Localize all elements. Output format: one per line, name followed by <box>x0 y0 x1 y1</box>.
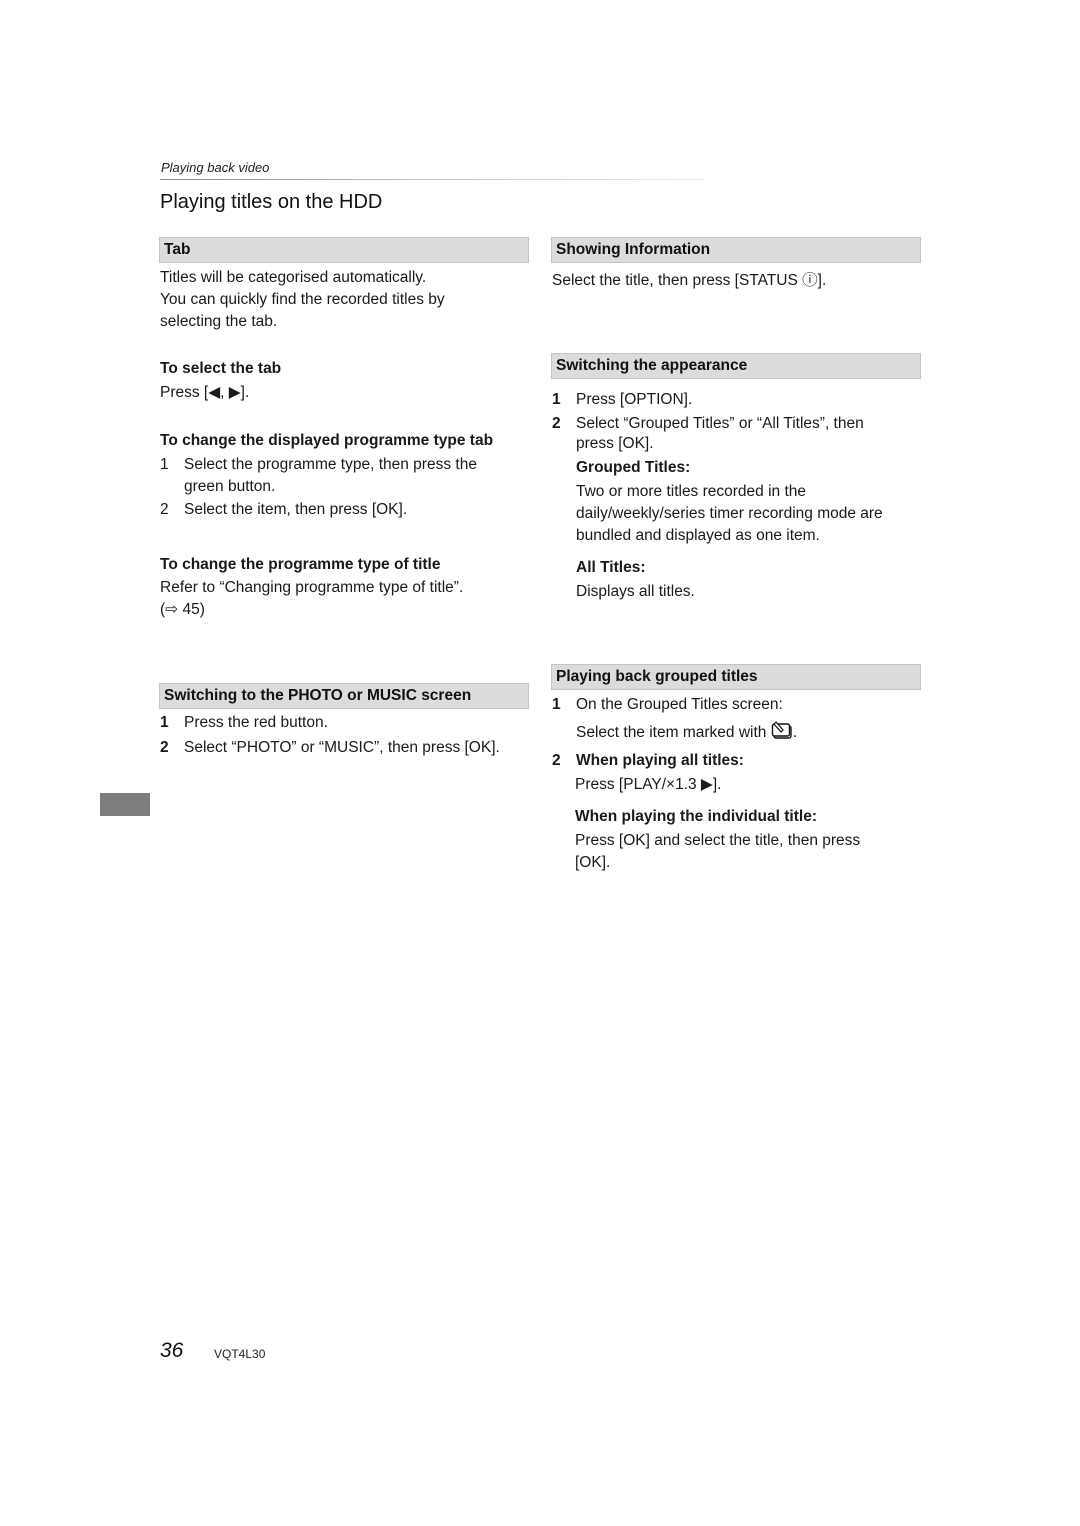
change-type-text: Refer to “Changing programme type of tit… <box>160 579 464 596</box>
text-line: daily/weekly/series timer recording mode… <box>576 505 883 522</box>
appearance-heading: Switching the appearance <box>551 353 921 379</box>
step-text: Select “PHOTO” or “MUSIC”, then press [O… <box>184 739 500 756</box>
step-number: 1 <box>552 391 561 408</box>
grouped-titles-icon <box>771 720 793 747</box>
individual-title-text: Press [OK] and select the title, then pr… <box>575 830 920 874</box>
arrow-right-icon: ⇨ <box>165 601 179 618</box>
step-label: When playing all titles: <box>576 752 744 769</box>
step-number: 2 <box>552 752 561 769</box>
change-type-heading: To change the programme type of title <box>160 556 441 573</box>
step: 2 Select “PHOTO” or “MUSIC”, then press … <box>160 737 540 759</box>
ref-page: 45 <box>182 601 200 618</box>
step-number: 1 <box>160 714 169 731</box>
photo-music-heading: Switching to the PHOTO or MUSIC screen <box>159 683 529 709</box>
tab-description: Titles will be categorised automatically… <box>160 267 530 333</box>
individual-title-label: When playing the individual title: <box>575 808 817 825</box>
select-tab-heading: To select the tab <box>160 360 282 377</box>
step-text: Select “Grouped Titles” or “All Titles”,… <box>576 414 864 454</box>
text-line: You can quickly find the recorded titles… <box>160 291 445 308</box>
step: 1 Select the programme type, then press … <box>160 454 530 498</box>
step-text: Press the red button. <box>184 714 328 731</box>
text-line: press [OK]. <box>576 435 654 452</box>
change-tab-heading: To change the displayed programme type t… <box>160 432 494 449</box>
step: 2 Select the item, then press [OK]. <box>160 499 530 521</box>
text-line: green button. <box>184 478 276 495</box>
step-number: 2 <box>160 739 169 756</box>
step-number: 1 <box>160 456 169 473</box>
step: 2 Select “Grouped Titles” or “All Titles… <box>552 414 922 454</box>
text-line: Press [OK] and select the title, then pr… <box>575 832 861 849</box>
text-line: Two or more titles recorded in the <box>576 483 807 500</box>
text: Select the item marked with <box>576 724 767 741</box>
step-text: Press [OPTION]. <box>576 391 693 408</box>
step: 2 When playing all titles: <box>552 750 922 772</box>
text-line: On the Grouped Titles screen: <box>576 696 783 713</box>
grouped-playback-step-1: 1 On the Grouped Titles screen: Select t… <box>552 694 922 747</box>
text-line: Select “Grouped Titles” or “All Titles”,… <box>576 415 864 432</box>
header-rule <box>160 179 705 180</box>
page-reference[interactable]: (⇨ 45) <box>160 599 205 621</box>
step-text: Select the programme type, then press th… <box>184 454 477 498</box>
text: Select the title, then press [STATUS <box>552 272 803 289</box>
text-line: Select the programme type, then press th… <box>184 456 477 473</box>
step-text: Select the item, then press [OK]. <box>184 501 408 518</box>
step: 1 Press the red button. <box>160 712 540 734</box>
text: . <box>792 724 798 741</box>
step-text: On the Grouped Titles screen: Select the… <box>576 694 797 747</box>
appearance-steps: 1 Press [OPTION]. 2 Select “Grouped Titl… <box>552 389 922 454</box>
text-line: Select the item marked with . <box>576 720 797 747</box>
text-line: bundled and displayed as one item. <box>576 527 820 544</box>
step-number: 1 <box>552 696 561 713</box>
grouped-playback-heading: Playing back grouped titles <box>551 664 921 690</box>
text-line: Titles will be categorised automatically… <box>160 269 427 286</box>
step-number: 2 <box>160 501 169 518</box>
play-all-text: Press [PLAY/×1.3 ▶]. <box>575 776 722 793</box>
grouped-playback-step-2: 2 When playing all titles: <box>552 750 922 772</box>
text: ]. <box>817 272 827 289</box>
all-titles-description: Displays all titles. <box>576 583 695 600</box>
text-line: selecting the tab. <box>160 313 278 330</box>
page-number: 36 <box>160 1339 184 1362</box>
change-tab-steps: 1 Select the programme type, then press … <box>160 454 530 521</box>
grouped-titles-description: Two or more titles recorded in the daily… <box>576 481 921 547</box>
section-label: Playing back video <box>161 160 270 175</box>
page-title: Playing titles on the HDD <box>160 191 383 213</box>
text-line: [OK]. <box>575 854 611 871</box>
showing-info-text: Select the title, then press [STATUS ⓘ]. <box>552 270 826 292</box>
grouped-titles-label: Grouped Titles: <box>576 459 691 476</box>
info-icon: ⓘ <box>802 272 818 289</box>
step: 1 On the Grouped Titles screen: Select t… <box>552 694 922 747</box>
document-code: VQT4L30 <box>214 1347 266 1361</box>
showing-info-heading: Showing Information <box>551 237 921 263</box>
step-number: 2 <box>552 415 561 432</box>
step: 1 Press [OPTION]. <box>552 389 922 411</box>
chapter-side-tab <box>100 793 150 816</box>
tab-heading: Tab <box>159 237 529 263</box>
all-titles-label: All Titles: <box>576 559 646 576</box>
select-tab-text: Press [◀, ▶]. <box>160 384 250 401</box>
photo-music-steps: 1 Press the red button. 2 Select “PHOTO”… <box>160 712 540 759</box>
